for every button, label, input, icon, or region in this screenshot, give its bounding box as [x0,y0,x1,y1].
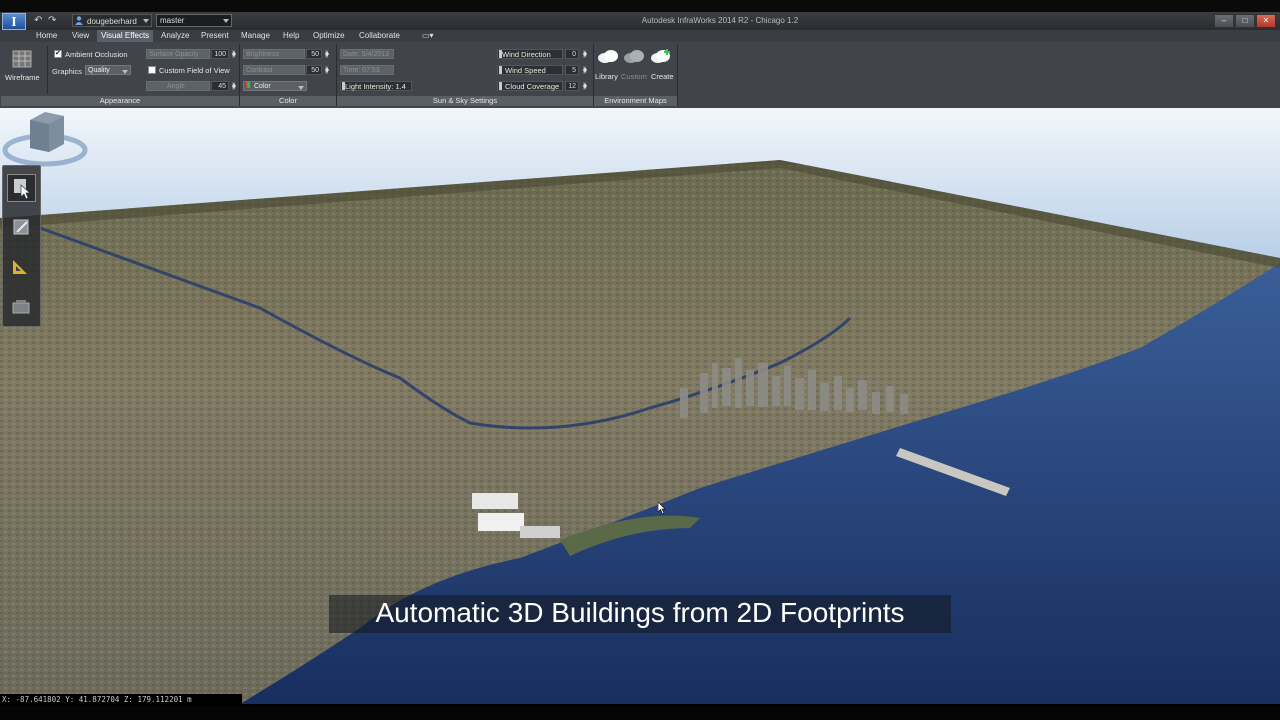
environment-maps-group-label: Environment Maps [594,96,677,106]
layers-tool-icon[interactable] [7,294,36,322]
angle-value[interactable]: 45 [211,81,229,91]
surface-opacity-value[interactable]: 100 [211,49,229,59]
ambient-occlusion-label: Ambient Occlusion [65,50,128,59]
appearance-group: Wireframe Ambient Occlusion Graphics Qua… [1,44,240,106]
angle-spinner[interactable] [231,81,236,91]
brightness-value[interactable]: 50 [306,49,322,59]
graphics-label: Graphics [52,67,83,76]
menu-bar: Home View Visual Effects Analyze Present… [0,30,1280,42]
cloud-coverage-spinner[interactable] [582,81,587,91]
chevron-down-icon [223,19,229,23]
slider-knob[interactable] [499,66,502,74]
wind-direction-value[interactable]: 0 [565,49,579,59]
environment-maps-group: Library Custom Create Environment Maps [594,44,678,106]
menu-view[interactable]: View [68,30,93,42]
graphics-value: Quality [88,67,110,74]
angle-label: Angle [167,83,185,90]
wind-direction-label: Wind Direction [502,50,551,59]
ambient-occlusion-checkbox[interactable] [54,49,62,58]
brightness-spinner[interactable] [324,49,329,59]
color-group: Brightness 50 Contrast 50 Color Color [240,44,337,106]
branch-selector[interactable]: master [156,14,232,27]
app-logo-icon[interactable]: I [2,13,26,30]
wind-direction-spinner[interactable] [582,49,587,59]
sun-sky-group: Date: 5/4/2013 Time: 07:53 Light Intensi… [337,44,594,106]
surface-opacity-slider[interactable]: Surface Opacity [146,49,210,59]
menu-optimize[interactable]: Optimize [309,30,349,42]
date-slider[interactable]: Date: 5/4/2013 [340,49,394,59]
custom-cloud-icon[interactable] [623,48,645,64]
maximize-button[interactable]: □ [1235,14,1255,28]
branch-name: master [160,16,185,25]
chevron-down-icon [143,19,149,23]
video-caption: Automatic 3D Buildings from 2D Footprint… [329,595,951,633]
measure-tool-icon[interactable] [7,254,36,282]
select-tool-icon[interactable] [7,174,36,202]
brightness-slider[interactable]: Brightness [243,49,305,59]
menu-analyze[interactable]: Analyze [157,30,193,42]
undo-icon[interactable]: ↶ [34,15,42,26]
library-label[interactable]: Library [595,72,618,81]
user-selector[interactable]: dougeberhard [72,14,152,27]
tool-palette [2,165,41,327]
menu-manage[interactable]: Manage [237,30,274,42]
user-name: dougeberhard [87,17,137,26]
contrast-slider[interactable]: Contrast [243,65,305,75]
color-mode-select[interactable]: Color [243,81,307,91]
chevron-down-icon [298,86,304,90]
light-intensity-label: Light Intensity: 1.4 [345,82,406,91]
top-band [0,0,1280,12]
chevron-down-icon [122,70,128,74]
slider-knob[interactable] [499,82,502,90]
custom-label[interactable]: Custom [621,72,647,81]
window-title: Autodesk InfraWorks 2014 R2 - Chicago 1.… [641,16,799,25]
contrast-spinner[interactable] [324,65,329,75]
cloud-coverage-label: Cloud Coverage [505,82,560,91]
menu-visual-effects[interactable]: Visual Effects [97,30,154,42]
wireframe-label[interactable]: Wireframe [5,73,40,82]
time-slider[interactable]: Time: 07:53 [340,65,394,75]
close-button[interactable]: ✕ [1256,14,1276,28]
wind-speed-spinner[interactable] [582,65,587,75]
minimize-button[interactable]: – [1214,14,1234,28]
custom-fov-checkbox[interactable] [148,66,156,74]
cloud-coverage-value[interactable]: 12 [565,81,579,91]
color-group-label: Color [240,96,336,106]
redo-icon[interactable]: ↷ [48,15,56,26]
wind-speed-value[interactable]: 5 [565,65,579,75]
mouse-cursor-icon [658,502,666,514]
create-cloud-icon[interactable] [650,48,672,64]
menu-home[interactable]: Home [32,30,61,42]
user-icon [75,16,83,25]
color-mode-value: Color [254,83,271,90]
wireframe-icon[interactable] [12,50,32,68]
edit-tool-icon[interactable] [7,214,36,242]
sun-sky-group-label: Sun & Sky Settings [337,96,593,106]
menu-collaborate[interactable]: Collaborate [355,30,404,42]
bottom-band [0,706,1280,720]
appearance-group-label: Appearance [1,96,239,106]
library-cloud-icon[interactable] [597,48,619,64]
menu-help[interactable]: Help [279,30,303,42]
coordinate-readout: X: -87.641802 Y: 41.872704 Z: 179.112201… [0,694,242,706]
custom-fov-label: Custom Field of View [159,66,230,75]
ribbon: Wireframe Ambient Occlusion Graphics Qua… [0,42,1280,109]
menu-present[interactable]: Present [197,30,233,42]
video-dropdown-icon[interactable]: ▭▾ [418,30,438,42]
color-swatch-icon [246,82,252,88]
contrast-value[interactable]: 50 [306,65,322,75]
create-label[interactable]: Create [651,72,674,81]
title-bar: I ↶ ↷ dougeberhard master Autodesk Infra… [0,12,1280,30]
graphics-select[interactable]: Quality [85,65,131,75]
surface-opacity-spinner[interactable] [231,49,236,59]
wind-speed-label: Wind Speed [505,66,546,75]
angle-slider[interactable]: Angle [146,81,210,91]
